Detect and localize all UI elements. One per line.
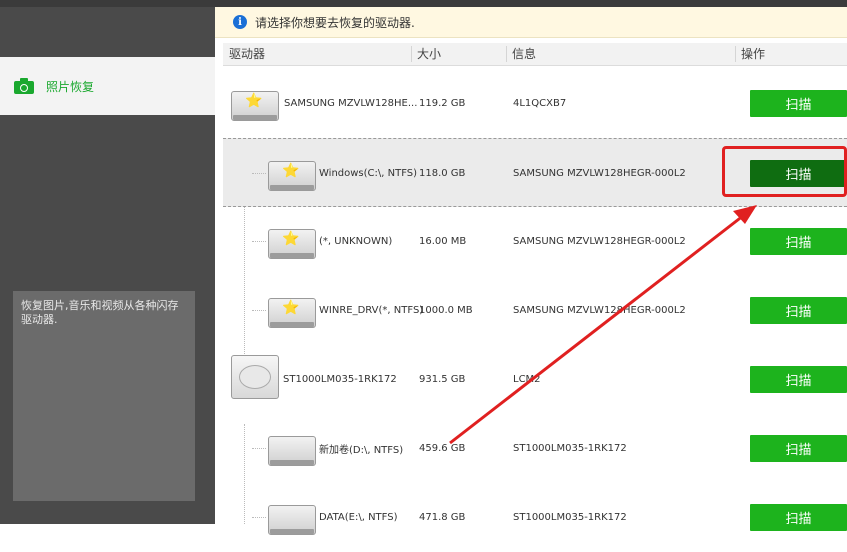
- main-panel: i 请选择你想要去恢复的驱动器. 驱动器 大小 信息 操作 ⭐ SAMSUNG …: [215, 7, 847, 535]
- scan-button[interactable]: 扫描: [750, 366, 847, 393]
- drive-size: 119.2 GB: [419, 98, 466, 109]
- column-header-action: 操作: [741, 47, 766, 61]
- drive-info: SAMSUNG MZVLW128HEGR-000L2: [513, 305, 686, 316]
- info-icon: i: [233, 15, 247, 29]
- notice-bar: i 请选择你想要去恢复的驱动器.: [215, 7, 847, 38]
- sidebar-item-photo-recovery[interactable]: 照片恢复: [0, 57, 215, 115]
- drive-name: SAMSUNG MZVLW128HE...: [284, 98, 418, 109]
- table-row[interactable]: ⭐ SAMSUNG MZVLW128HE... 119.2 GB 4L1QCXB…: [223, 69, 847, 138]
- top-bar: [0, 0, 847, 7]
- scan-button[interactable]: 扫描: [750, 228, 847, 255]
- table-row[interactable]: ⭐ WINRE_DRV(*, NTFS) 1000.0 MB SAMSUNG M…: [223, 276, 847, 345]
- drive-info: ST1000LM035-1RK172: [513, 443, 627, 454]
- drive-size: 931.5 GB: [419, 374, 466, 385]
- drive-name: WINRE_DRV(*, NTFS): [319, 305, 424, 316]
- drive-size: 16.00 MB: [419, 236, 467, 247]
- table-header: 驱动器 大小 信息 操作: [223, 43, 847, 66]
- drive-info: SAMSUNG MZVLW128HEGR-000L2: [513, 168, 686, 179]
- highlight-box: [722, 146, 847, 197]
- drive-size: 459.6 GB: [419, 443, 466, 454]
- camera-icon: [14, 78, 34, 94]
- sidebar: 照片恢复 恢复图片,音乐和视频从各种闪存驱动器.: [0, 7, 215, 524]
- sidebar-description: 恢复图片,音乐和视频从各种闪存驱动器.: [13, 291, 195, 501]
- drive-info: ST1000LM035-1RK172: [513, 512, 627, 523]
- table-row[interactable]: ST1000LM035-1RK172 931.5 GB LCM2 扫描: [223, 345, 847, 414]
- drive-size: 1000.0 MB: [419, 305, 473, 316]
- table-row[interactable]: 新加卷(D:\, NTFS) 459.6 GB ST1000LM035-1RK1…: [223, 414, 847, 483]
- column-header-drive: 驱动器: [229, 47, 266, 61]
- drive-name: 新加卷(D:\, NTFS): [319, 445, 404, 456]
- scan-button[interactable]: 扫描: [750, 504, 847, 531]
- drive-name: Windows(C:\, NTFS): [319, 168, 418, 179]
- sidebar-header: [0, 7, 215, 57]
- drive-name: DATA(E:\, NTFS): [319, 512, 398, 523]
- drive-size: 471.8 GB: [419, 512, 466, 523]
- scan-button[interactable]: 扫描: [750, 90, 847, 117]
- column-header-size: 大小: [417, 47, 442, 61]
- drive-name: ST1000LM035-1RK172: [283, 374, 397, 385]
- drive-name: (*, UNKNOWN): [319, 236, 393, 247]
- table-row[interactable]: DATA(E:\, NTFS) 471.8 GB ST1000LM035-1RK…: [223, 483, 847, 552]
- table-row[interactable]: ⭐ (*, UNKNOWN) 16.00 MB SAMSUNG MZVLW128…: [223, 207, 847, 276]
- drive-info: SAMSUNG MZVLW128HEGR-000L2: [513, 236, 686, 247]
- scan-button[interactable]: 扫描: [750, 435, 847, 462]
- drive-size: 118.0 GB: [419, 168, 466, 179]
- drive-info: LCM2: [513, 374, 541, 385]
- drive-info: 4L1QCXB7: [513, 98, 567, 109]
- scan-button[interactable]: 扫描: [750, 297, 847, 324]
- sidebar-item-label: 照片恢复: [46, 79, 95, 94]
- column-header-info: 信息: [512, 47, 537, 61]
- notice-text: 请选择你想要去恢复的驱动器.: [255, 15, 415, 30]
